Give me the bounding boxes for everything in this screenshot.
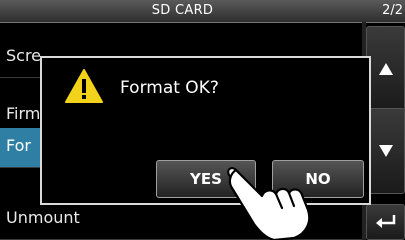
screen: SD CARD 2/2 Scre Firm For Unmount Format… [0, 0, 405, 240]
screen-title: SD CARD [151, 3, 214, 18]
return-arrow-icon [375, 215, 395, 228]
page-indicator: 2/2 [382, 3, 403, 18]
menu-item-label: For [6, 136, 31, 155]
scroll-down-button[interactable] [366, 108, 405, 194]
menu-item-label: Unmount [6, 208, 80, 227]
menu-item-label: Scre [6, 46, 42, 65]
triangle-down-icon [378, 145, 393, 157]
title-bar: SD CARD 2/2 [0, 0, 405, 23]
hand-pointer-icon [227, 167, 311, 240]
scroll-up-button[interactable] [366, 26, 405, 112]
dialog-message: Format OK? [120, 78, 219, 98]
back-button[interactable] [366, 204, 405, 240]
menu-item-label: Firm [6, 104, 41, 123]
triangle-up-icon [378, 63, 393, 75]
warning-icon [65, 69, 103, 103]
